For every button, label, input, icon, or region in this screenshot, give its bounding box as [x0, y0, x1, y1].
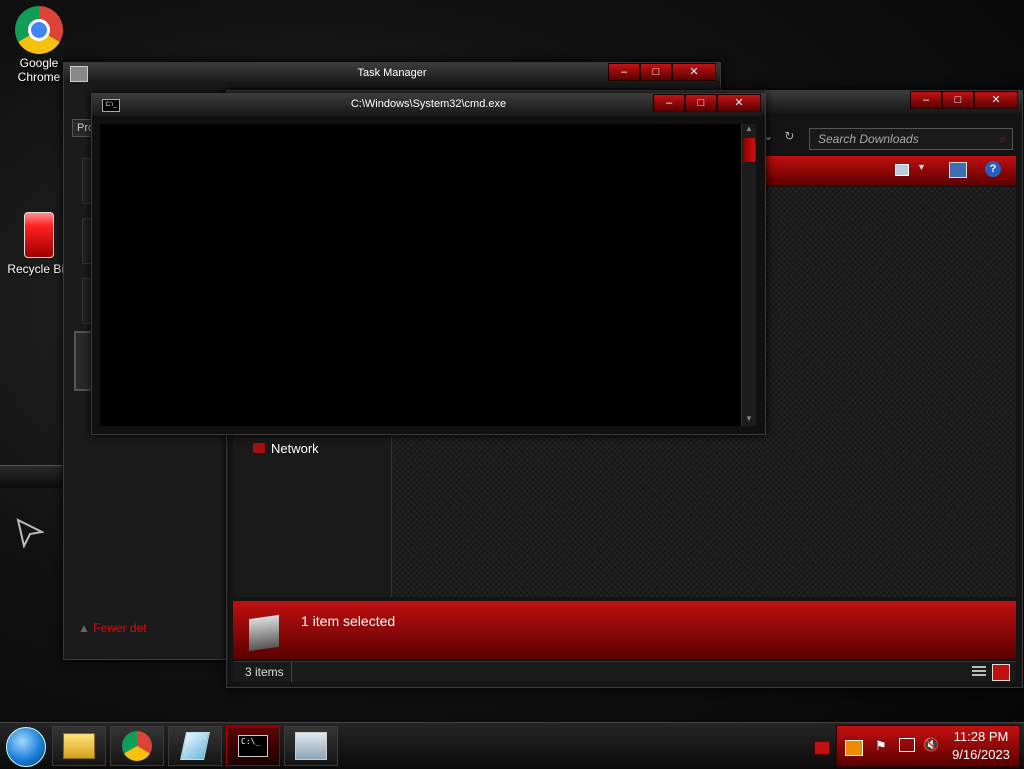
- change-view-icon[interactable]: [895, 164, 909, 176]
- taskbar-cmd[interactable]: C:\_: [226, 726, 280, 766]
- system-tray: ⚑ 🔇 11:28 PM 9/16/2023: [836, 725, 1020, 767]
- task-manager-titlebar[interactable]: Task Manager – □ ✕: [64, 63, 720, 85]
- details-text: 1 item selected: [301, 613, 396, 629]
- toolbar: ▼ ?: [759, 156, 1016, 186]
- close-button[interactable]: ✕: [717, 94, 761, 112]
- scroll-down-arrow[interactable]: ▼: [742, 414, 756, 426]
- maximize-button[interactable]: □: [942, 91, 974, 109]
- minimize-button[interactable]: –: [653, 94, 685, 112]
- taskbar-notes[interactable]: [168, 726, 222, 766]
- nav-item-network[interactable]: Network: [253, 441, 319, 456]
- minimize-button[interactable]: –: [608, 63, 640, 81]
- view-dropdown-icon[interactable]: ▼: [917, 162, 926, 172]
- task-manager-title: Task Manager: [357, 67, 427, 79]
- clock-date: 9/16/2023: [952, 747, 1010, 762]
- clock[interactable]: 11:28 PM 9/16/2023: [941, 728, 1021, 764]
- help-icon[interactable]: ?: [985, 161, 1001, 177]
- close-button[interactable]: ✕: [672, 63, 716, 81]
- cmd-title: C:\Windows\System32\cmd.exe: [350, 98, 507, 110]
- console-output[interactable]: [100, 124, 741, 426]
- tray-app-icon[interactable]: [845, 740, 863, 756]
- maximize-button[interactable]: □: [685, 94, 717, 112]
- preview-pane-icon[interactable]: [949, 162, 967, 178]
- minimize-button[interactable]: –: [910, 91, 942, 109]
- taskbar-task-manager[interactable]: [284, 726, 338, 766]
- cmd-window[interactable]: C:\_ C:\Windows\System32\cmd.exe – □ ✕ ▲…: [91, 93, 766, 435]
- file-thumbnail-icon: [249, 614, 279, 652]
- task-manager-icon: [70, 66, 88, 82]
- start-orb-icon[interactable]: [6, 727, 46, 767]
- show-hidden-icons[interactable]: [814, 741, 830, 755]
- search-input[interactable]: Search Downloads ⌕: [809, 128, 1013, 150]
- notes-icon: [180, 732, 210, 760]
- action-center-flag-icon[interactable]: ⚑: [875, 738, 887, 754]
- recycle-bin-icon: [24, 212, 54, 258]
- cmd-titlebar[interactable]: C:\_ C:\Windows\System32\cmd.exe – □ ✕: [92, 94, 765, 116]
- file-explorer-icon: [63, 733, 95, 759]
- mouse-cursor-icon: [16, 518, 46, 553]
- maximize-button[interactable]: □: [640, 63, 672, 81]
- close-button[interactable]: ✕: [974, 91, 1018, 109]
- vertical-scrollbar[interactable]: ▲ ▼: [741, 124, 756, 426]
- address-controls: ⌄ ↻: [763, 129, 803, 149]
- scroll-thumb[interactable]: [743, 138, 755, 162]
- large-icons-view-icon[interactable]: [992, 664, 1010, 681]
- network-icon: [253, 443, 265, 453]
- scroll-up-arrow[interactable]: ▲: [742, 124, 756, 136]
- taskbar-file-explorer[interactable]: [52, 726, 106, 766]
- fewer-details-link[interactable]: ▲ Fewer det: [78, 621, 147, 635]
- divider: [291, 662, 292, 682]
- details-pane: 1 item selected: [233, 601, 1016, 659]
- chrome-icon: [122, 731, 152, 761]
- status-bar: 3 items: [233, 661, 1016, 682]
- refresh-icon[interactable]: ↻: [784, 129, 794, 143]
- cmd-icon: C:\_: [102, 99, 120, 112]
- network-icon[interactable]: [899, 738, 915, 752]
- chrome-icon: [15, 6, 63, 54]
- taskbar: C:\_ ⚑ 🔇 11:28 PM 9/16/2023: [0, 722, 1024, 769]
- taskbar-chrome[interactable]: [110, 726, 164, 766]
- volume-muted-icon[interactable]: 🔇: [923, 737, 939, 753]
- decor-bar: [0, 465, 68, 488]
- details-view-icon[interactable]: [972, 666, 986, 678]
- cmd-icon: C:\_: [238, 735, 268, 757]
- search-icon[interactable]: ⌕: [999, 129, 1006, 149]
- item-count: 3 items: [245, 665, 284, 679]
- chevron-up-icon: ▲: [78, 621, 94, 635]
- task-manager-icon: [295, 732, 327, 760]
- clock-time: 11:28 PM: [953, 729, 1009, 744]
